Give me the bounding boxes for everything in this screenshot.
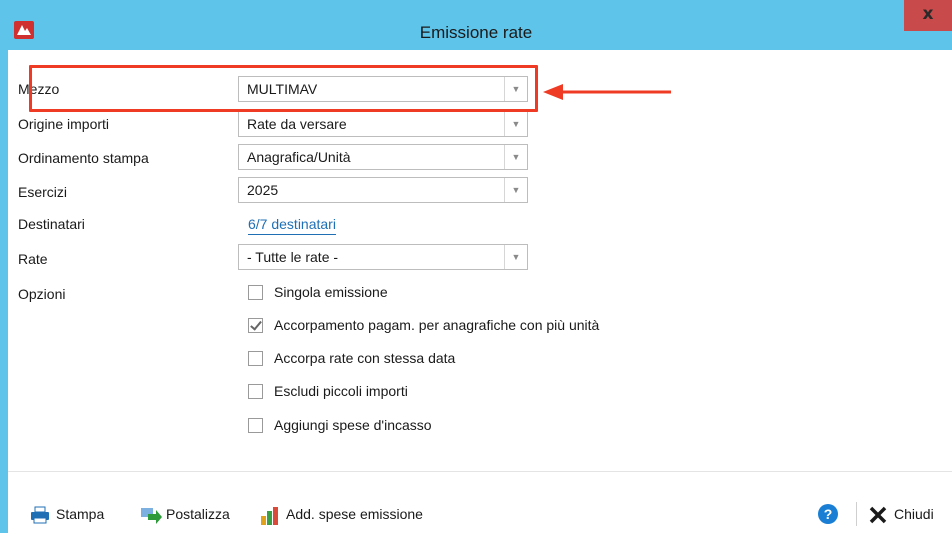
origine-label: Origine importi	[18, 116, 110, 132]
checkbox-label: Accorpa rate con stessa data	[274, 350, 456, 366]
esercizi-select[interactable]: 2025 ▼	[238, 177, 528, 203]
ordinamento-select[interactable]: Anagrafica/Unità ▼	[238, 144, 528, 170]
chiudi-label: Chiudi	[894, 506, 934, 522]
rate-label: Rate	[18, 251, 48, 267]
bottom-toolbar: Stampa Postalizza Add. spese emissione ?	[8, 471, 952, 534]
esercizi-value: 2025	[247, 182, 279, 198]
chevron-down-icon[interactable]: ▼	[504, 245, 527, 269]
chevron-down-icon[interactable]: ▼	[504, 145, 527, 169]
checkbox-label: Escludi piccoli importi	[274, 383, 408, 399]
ordinamento-label: Ordinamento stampa	[18, 150, 149, 166]
checkbox-checked[interactable]	[248, 318, 263, 333]
add-spese-label: Add. spese emissione	[286, 506, 423, 522]
toolbar-divider	[856, 502, 857, 526]
chevron-down-icon[interactable]: ▼	[504, 178, 527, 202]
checkbox-label: Aggiungi spese d'incasso	[274, 417, 432, 433]
dialog-window: Emissione rate x Mezzo MULTIMAV ▼ Origin…	[0, 0, 952, 534]
window-title: Emissione rate	[419, 23, 533, 42]
rate-value: - Tutte le rate -	[247, 249, 339, 265]
help-icon[interactable]: ?	[818, 504, 838, 524]
checkbox[interactable]	[248, 285, 263, 300]
annotation-highlight-box	[29, 65, 538, 112]
annotation-arrow-icon	[543, 84, 671, 100]
printer-icon	[31, 506, 49, 524]
close-button[interactable]: x	[904, 0, 952, 31]
origine-select[interactable]: Rate da versare ▼	[238, 111, 528, 137]
esercizi-label: Esercizi	[18, 184, 68, 200]
checkbox[interactable]	[248, 351, 263, 366]
window-border	[0, 0, 8, 533]
checkbox-label: Accorpamento pagam. per anagrafiche con …	[274, 317, 600, 333]
destinatari-link[interactable]: 6/7 destinatari	[248, 216, 336, 235]
checkbox-label: Singola emissione	[274, 284, 388, 300]
stampa-label: Stampa	[56, 506, 105, 522]
opzioni-label: Opzioni	[18, 286, 66, 302]
ordinamento-value: Anagrafica/Unità	[247, 149, 351, 165]
rate-select[interactable]: - Tutte le rate - ▼	[238, 244, 528, 270]
destinatari-label: Destinatari	[18, 216, 85, 232]
bar-chart-icon	[261, 507, 278, 525]
origine-value: Rate da versare	[247, 116, 347, 132]
postalizza-label: Postalizza	[166, 506, 230, 522]
send-arrow-icon	[141, 508, 162, 524]
chevron-down-icon[interactable]: ▼	[504, 112, 527, 136]
close-icon	[869, 506, 887, 524]
title-bar: Emissione rate x	[0, 0, 952, 50]
checkbox[interactable]	[248, 384, 263, 399]
checkbox[interactable]	[248, 418, 263, 433]
